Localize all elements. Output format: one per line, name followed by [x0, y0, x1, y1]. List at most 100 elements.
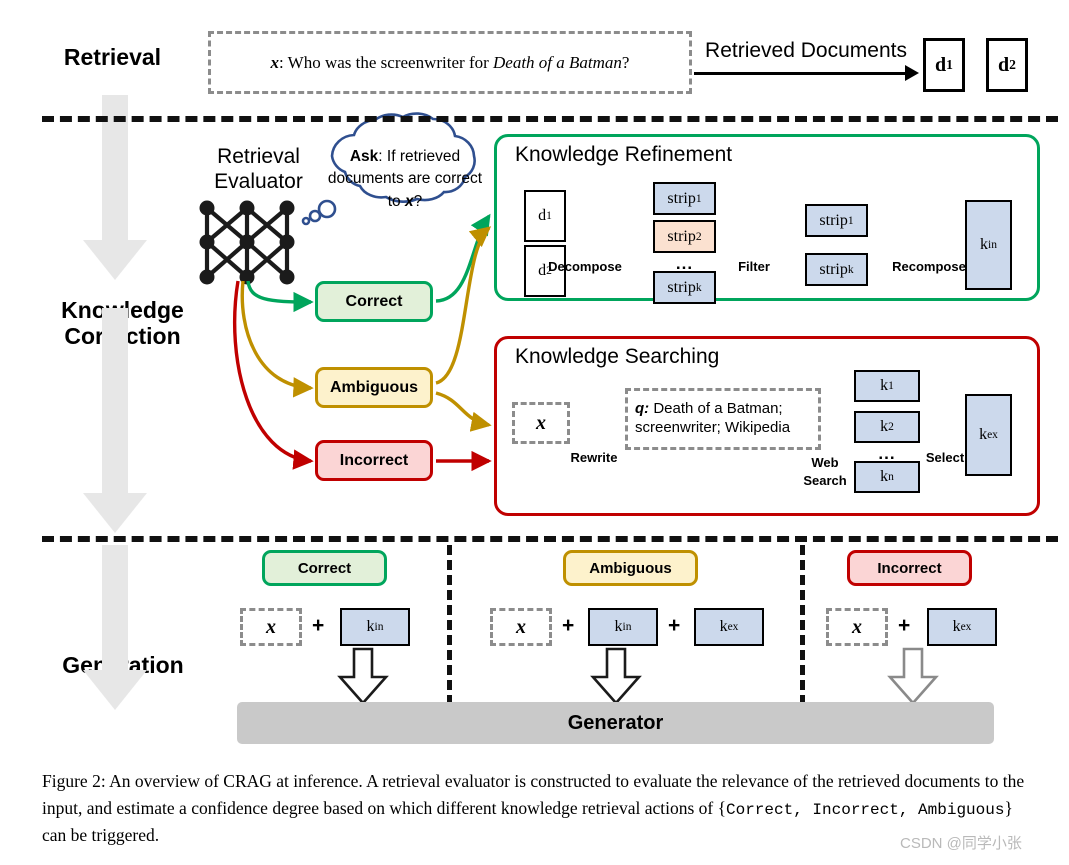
strip-in-k-sub: k	[695, 281, 702, 294]
stage-label-retrieval: Retrieval	[63, 44, 162, 70]
op-label-decompose: Decompose	[548, 259, 622, 274]
edge-ambiguous-searching	[435, 391, 492, 432]
rewritten-query-box: q: Death of a Batman; screenwriter; Wiki…	[625, 388, 821, 450]
search-result-kn: kn	[854, 461, 920, 493]
k2-sub: 2	[888, 421, 894, 433]
kin-label: k	[980, 236, 989, 253]
knowledge-searching-title: Knowledge Searching	[515, 345, 720, 368]
kin-sub: in	[988, 239, 997, 251]
k1-sub: 1	[888, 380, 894, 392]
query-body: Death of a Batman; screenwriter; Wikiped…	[635, 400, 791, 436]
rewritten-query-text: q: Death of a Batman; screenwriter; Wiki…	[635, 400, 811, 438]
decision-pill-incorrect[interactable]: Incorrect	[315, 440, 433, 481]
op-label-filter: Filter	[738, 259, 770, 274]
k2-label: k	[880, 418, 889, 435]
edge-evaluator-ambiguous	[240, 280, 314, 398]
gen-col1-x: x	[240, 608, 302, 646]
section-divider-bottom	[42, 536, 1058, 542]
strip-out-1: strip 1	[805, 204, 868, 237]
kn-label: k	[880, 468, 889, 485]
flow-arrow-retrieval-to-correction	[80, 95, 150, 280]
generation-arrow-incorrect-icon	[887, 647, 939, 705]
query-prefix: q:	[635, 400, 650, 418]
strip-in-2-sub: 2	[695, 230, 702, 243]
retrieved-arrow-head-icon	[905, 65, 919, 81]
gen-col2-kin-sub: in	[622, 621, 632, 633]
edge-evaluator-incorrect	[232, 280, 314, 470]
refinement-result-kin: k in	[965, 200, 1012, 290]
caption-actions: Correct, Incorrect, Ambiguous	[726, 800, 1005, 819]
gen-col2-kex-sub: ex	[727, 621, 739, 633]
strip-in-2-label: strip	[667, 227, 696, 245]
flow-arrow-correction-to-generation	[80, 308, 150, 533]
gen-col1-kin: k in	[340, 608, 410, 646]
search-result-k1: k1	[854, 370, 920, 402]
generation-pill-correct[interactable]: Correct	[262, 550, 387, 586]
strip-in-1-sub: 1	[695, 192, 702, 205]
decision-pill-ambiguous[interactable]: Ambiguous	[315, 367, 433, 408]
gen-col2-x: x	[490, 608, 552, 646]
edge-evaluator-correct	[246, 280, 314, 313]
caption-line-1: Figure 2: An overview of CRAG at inferen…	[42, 771, 834, 791]
question-variable: x	[270, 52, 280, 72]
strip-in-1-label: strip	[667, 189, 696, 207]
doc2-sub: 2	[1009, 57, 1016, 72]
op-label-select: Select	[925, 450, 965, 465]
figure-canvas: Retrieval Knowledge Correction Generatio…	[0, 0, 1069, 865]
knowledge-refinement-title: Knowledge Refinement	[515, 143, 733, 166]
generation-column-divider-1	[447, 545, 452, 705]
question-body: : Who was the screenwriter for	[279, 52, 494, 72]
gen-col3-kex-label: k	[952, 618, 961, 635]
k1-label: k	[880, 377, 889, 394]
op-label-recompose: Recompose	[892, 259, 966, 274]
op-label-web-search: Web Search	[803, 455, 847, 488]
input-question-text: x: Who was the screenwriter for Death of…	[271, 53, 630, 73]
caption-line-3-pre: actions of {	[644, 797, 726, 818]
gen-col3-kex: k ex	[927, 608, 997, 646]
decision-pill-correct[interactable]: Correct	[315, 281, 433, 322]
generation-pill-ambiguous[interactable]: Ambiguous	[563, 550, 698, 586]
knowledge-refinement-panel: Knowledge Refinement	[494, 134, 1040, 301]
doc1-sub: 1	[946, 57, 953, 72]
gen-col2-kex: k ex	[694, 608, 764, 646]
network-nodes	[199, 200, 295, 285]
bubble-ask-label: Ask	[349, 148, 379, 165]
retrieved-arrow-shaft	[694, 72, 908, 75]
retrieved-document-1: d1	[923, 38, 965, 92]
kex-sub: ex	[987, 429, 998, 441]
generation-arrow-correct-icon	[337, 647, 389, 705]
gen-col2-kin-label: k	[614, 618, 623, 635]
gen-col3-kex-sub: ex	[960, 621, 972, 633]
gen-col1-kin-sub: in	[374, 621, 384, 633]
figure-caption: Figure 2: An overview of CRAG at inferen…	[42, 768, 1032, 849]
generation-column-divider-2	[800, 545, 805, 705]
gen-col3-plus: +	[898, 614, 911, 637]
strip-out-1-label: strip	[819, 211, 848, 229]
watermark: CSDN @同学小张	[900, 835, 1022, 852]
strip-out-k-label: strip	[819, 260, 848, 278]
flow-arrow-generation	[80, 545, 150, 710]
retrieval-evaluator-network-icon	[204, 206, 290, 279]
gen-col1-kin-label: k	[366, 618, 375, 635]
kex-label: k	[979, 426, 988, 443]
bubble-variable: x	[404, 192, 414, 210]
strip-in-2: strip 2	[653, 220, 716, 253]
op-label-rewrite: Rewrite	[570, 450, 618, 465]
gen-col3-x: x	[826, 608, 888, 646]
doc2-label: d	[998, 53, 1010, 76]
question-suffix: ?	[621, 52, 630, 72]
strip-out-1-sub: 1	[847, 214, 854, 227]
searching-input-x: x	[512, 402, 570, 444]
refinement-doc1-sub: 1	[546, 210, 552, 222]
retrieved-documents-label: Retrieved Documents	[705, 39, 907, 62]
strip-in-k: strip k	[653, 271, 716, 304]
edge-correct-refinement	[435, 213, 491, 303]
generation-pill-incorrect[interactable]: Incorrect	[847, 550, 972, 586]
search-result-k2: k2	[854, 411, 920, 443]
gen-col2-kin: k in	[588, 608, 658, 646]
input-question-box: x: Who was the screenwriter for Death of…	[208, 31, 692, 94]
refinement-doc1-label: d	[538, 207, 547, 224]
generator-bar: Generator	[237, 702, 994, 744]
strip-in-1: strip 1	[653, 182, 716, 215]
gen-col2-plus-1: +	[562, 614, 575, 637]
